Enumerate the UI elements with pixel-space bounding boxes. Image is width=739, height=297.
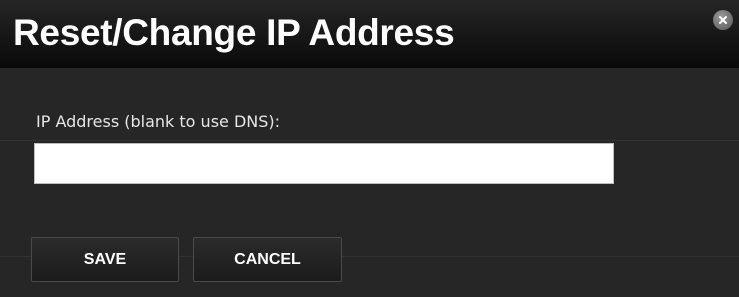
reset-change-ip-dialog: Reset/Change IP Address IP Address (blan…: [0, 0, 739, 297]
ip-address-label: IP Address (blank to use DNS):: [36, 112, 281, 131]
save-button[interactable]: SAVE: [31, 237, 179, 282]
cancel-button[interactable]: CANCEL: [193, 237, 342, 282]
dialog-body: IP Address (blank to use DNS): SAVE CANC…: [0, 68, 739, 297]
dialog-title: Reset/Change IP Address: [13, 12, 455, 53]
ip-address-input[interactable]: [34, 143, 614, 184]
dialog-titlebar: Reset/Change IP Address: [0, 0, 739, 68]
close-icon[interactable]: [713, 10, 733, 30]
divider: [0, 140, 739, 141]
close-x-glyph: [719, 16, 727, 24]
